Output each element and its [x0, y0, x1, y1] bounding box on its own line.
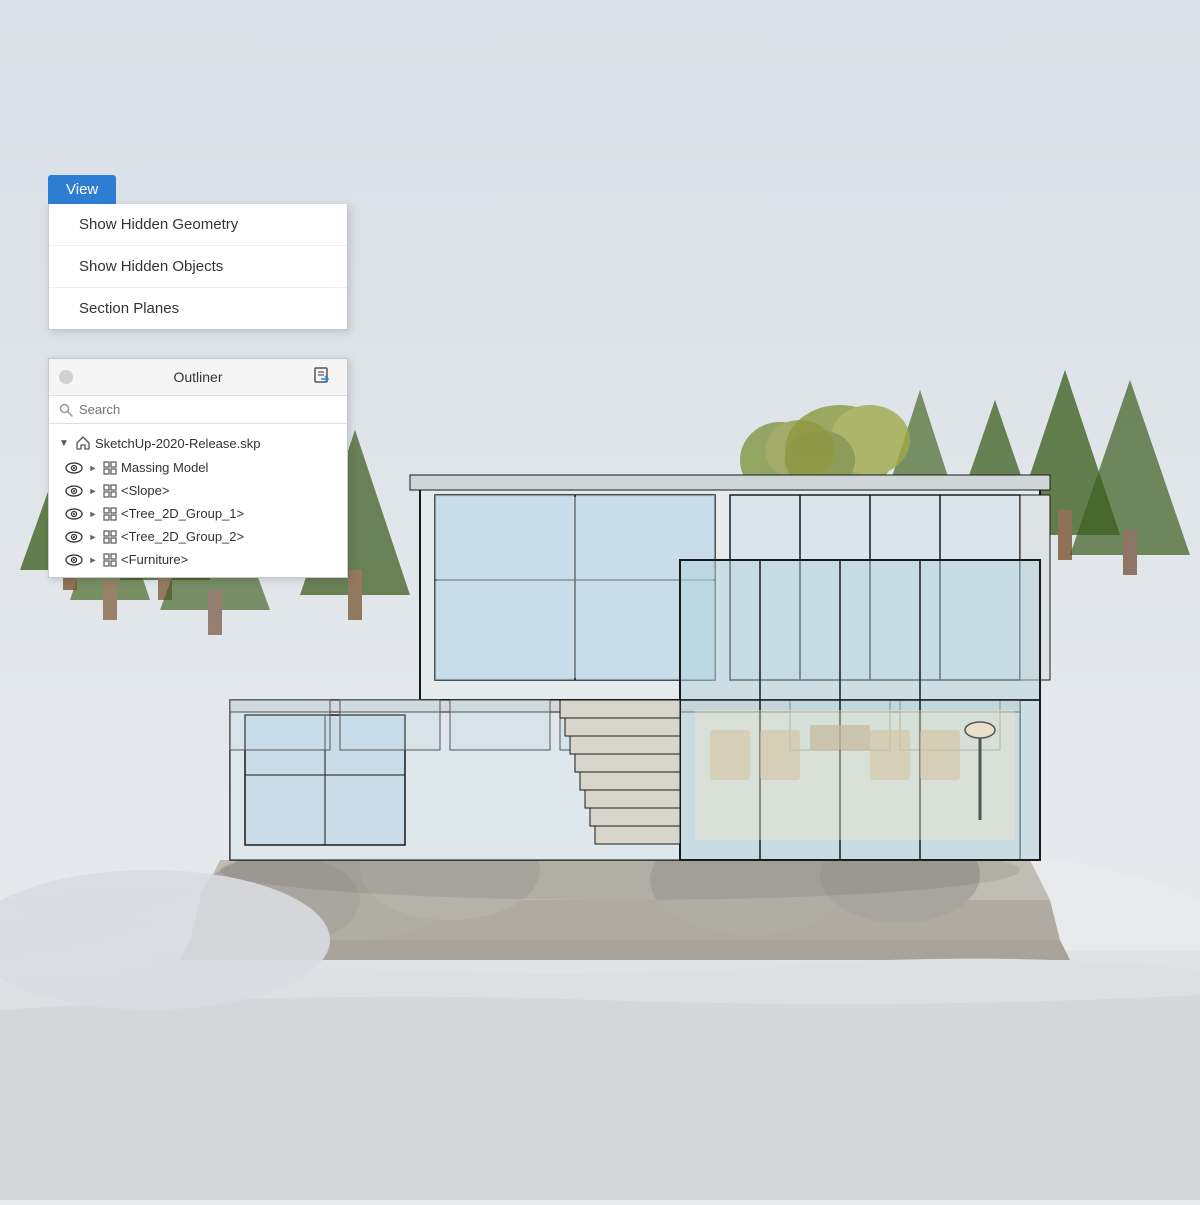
visibility-icon-massing	[65, 462, 83, 474]
item-label-furniture: <Furniture>	[121, 552, 188, 567]
expand-arrow-slope: ►	[87, 486, 99, 496]
visibility-icon-tree2d-2	[65, 531, 83, 543]
component-icon-massing	[103, 461, 117, 475]
component-icon-tree2d-1	[103, 507, 117, 521]
tree-item-tree2d-group1[interactable]: ► <Tree_2D_Group_1>	[49, 502, 347, 525]
expand-arrow-tree2d-2: ►	[87, 532, 99, 542]
show-hidden-geometry-item[interactable]: Show Hidden Geometry	[49, 204, 347, 246]
view-dropdown: Show Hidden Geometry Show Hidden Objects…	[48, 204, 348, 330]
tree-root-node[interactable]: ▼ SketchUp-2020-Release.skp	[49, 430, 347, 456]
expand-arrow-tree2d-1: ►	[87, 509, 99, 519]
search-icon	[59, 403, 73, 417]
component-icon-tree2d-2	[103, 530, 117, 544]
export-icon	[313, 366, 331, 384]
component-icon-slope	[103, 484, 117, 498]
item-label-tree2d-group2: <Tree_2D_Group_2>	[121, 529, 244, 544]
tree-item-massing-model[interactable]: ► Massing Model	[49, 456, 347, 479]
item-label-massing-model: Massing Model	[121, 460, 208, 475]
outliner-header: Outliner	[49, 359, 347, 396]
search-input[interactable]	[79, 402, 337, 417]
component-icon-furniture	[103, 553, 117, 567]
tree-item-furniture[interactable]: ► <Furniture>	[49, 548, 347, 571]
item-label-tree2d-group1: <Tree_2D_Group_1>	[121, 506, 244, 521]
item-label-slope: <Slope>	[121, 483, 169, 498]
expand-arrow-furniture: ►	[87, 555, 99, 565]
tree-container: ▼ SketchUp-2020-Release.skp ►	[49, 424, 347, 577]
tree-item-slope[interactable]: ► <Slope>	[49, 479, 347, 502]
view-menu[interactable]: View Show Hidden Geometry Show Hidden Ob…	[48, 175, 348, 330]
outliner-action-button[interactable]	[307, 364, 337, 391]
visibility-icon-tree2d-1	[65, 508, 83, 520]
search-bar	[49, 396, 347, 424]
visibility-icon-furniture	[65, 554, 83, 566]
home-icon	[75, 435, 91, 451]
show-hidden-objects-item[interactable]: Show Hidden Objects	[49, 246, 347, 288]
tree-item-tree2d-group2[interactable]: ► <Tree_2D_Group_2>	[49, 525, 347, 548]
visibility-icon-slope	[65, 485, 83, 497]
section-planes-item[interactable]: Section Planes	[49, 288, 347, 329]
expand-arrow-massing: ►	[87, 463, 99, 473]
root-expand-arrow: ▼	[57, 438, 71, 449]
outliner-panel: Outliner ▼	[48, 358, 348, 578]
outliner-title: Outliner	[173, 369, 222, 385]
root-file-label: SketchUp-2020-Release.skp	[95, 436, 260, 451]
view-menu-button[interactable]: View	[48, 175, 116, 204]
outliner-close-button[interactable]	[59, 370, 73, 384]
